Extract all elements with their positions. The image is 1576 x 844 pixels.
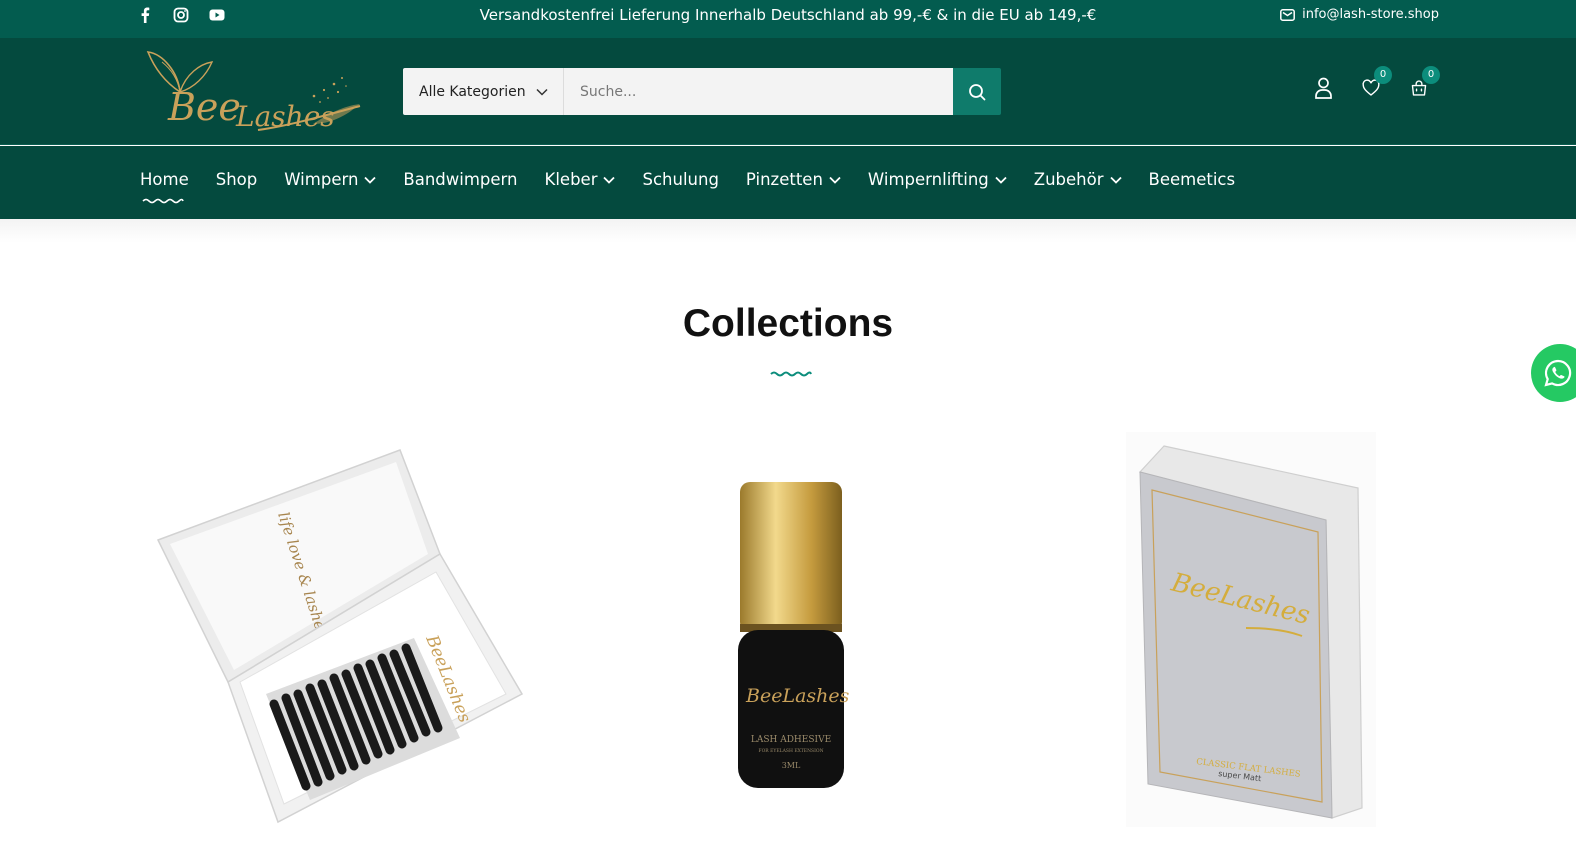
- chevron-down-icon: [364, 176, 377, 184]
- collection-card-flat-lashes[interactable]: BeeLashes CLASSIC FLAT LASHES super Matt: [1126, 432, 1376, 827]
- adhesive-bottle-image: BeeLashes LASH ADHESIVE FOR EYELASH EXTE…: [738, 482, 850, 788]
- bottle-size: 3ML: [782, 761, 801, 770]
- nav-item-bandwimpern[interactable]: Bandwimpern: [403, 170, 517, 189]
- category-select-label: Alle Kategorien: [419, 83, 526, 100]
- bottle-line2: FOR EYELASH EXTENSION: [758, 748, 823, 754]
- contact-email[interactable]: info@lash-store.shop: [1280, 7, 1439, 22]
- nav-item-kleber[interactable]: Kleber: [545, 170, 616, 189]
- user-icon: [1314, 77, 1332, 99]
- main-navigation: Home Shop Wimpern Bandwimpern Kleber Sch…: [0, 146, 1576, 219]
- chevron-down-icon: [995, 176, 1007, 184]
- search-button[interactable]: [953, 68, 1001, 115]
- top-bar: Versandkostenfrei Lieferung Innerhalb De…: [0, 0, 1576, 38]
- chevron-down-icon: [603, 176, 616, 184]
- nav-item-wimpern[interactable]: Wimpern: [284, 170, 377, 189]
- logo[interactable]: Bee Lashes: [138, 44, 366, 136]
- nav-item-schulung[interactable]: Schulung: [642, 170, 718, 189]
- nav-item-wimpernlifting[interactable]: Wimpernlifting: [868, 170, 1007, 189]
- nav-item-beemetics[interactable]: Beemetics: [1149, 170, 1236, 189]
- bottle-line1: LASH ADHESIVE: [751, 735, 831, 745]
- header-actions: 0 0: [1314, 66, 1440, 100]
- mail-icon: [1280, 8, 1296, 21]
- nav-item-label: Shop: [215, 170, 258, 189]
- wishlist-button[interactable]: 0: [1362, 66, 1392, 100]
- account-button[interactable]: [1314, 76, 1332, 100]
- nav-item-label: Pinzetten: [745, 170, 823, 189]
- cart-button[interactable]: 0: [1410, 66, 1440, 100]
- collection-card-lashes[interactable]: life love & lashes BeeLashes: [150, 432, 530, 827]
- nav-item-label: Kleber: [544, 170, 598, 189]
- nav-item-label: Wimpern: [284, 170, 359, 189]
- title-wave-icon: [770, 371, 812, 377]
- nav-item-label: Schulung: [642, 170, 719, 189]
- chevron-down-icon: [1109, 176, 1122, 184]
- nav-item-pinzetten[interactable]: Pinzetten: [746, 170, 841, 189]
- search-bar: Alle Kategorien: [403, 68, 1001, 115]
- flat-lashes-box-image: BeeLashes CLASSIC FLAT LASHES super Matt: [1126, 432, 1376, 827]
- nav-item-zubehoer[interactable]: Zubehör: [1034, 170, 1122, 189]
- cart-count-badge: 0: [1422, 66, 1440, 84]
- whatsapp-icon: [1544, 359, 1572, 387]
- nav-item-label: Zubehör: [1033, 170, 1104, 189]
- chevron-down-icon: [536, 88, 548, 96]
- search-input[interactable]: [564, 68, 953, 115]
- nav-item-label: Home: [140, 170, 189, 189]
- search-icon: [969, 83, 986, 100]
- active-wave-icon: [142, 198, 184, 204]
- category-select[interactable]: Alle Kategorien: [403, 68, 564, 115]
- lash-box-image: life love & lashes BeeLashes: [156, 449, 524, 824]
- nav-item-label: Wimpernlifting: [867, 170, 989, 189]
- collections-heading: Collections: [682, 302, 894, 345]
- wishlist-count-badge: 0: [1374, 66, 1392, 84]
- svg-text:Bee: Bee: [167, 85, 241, 129]
- nav-shadow: [0, 219, 1576, 243]
- nav-item-label: Beemetics: [1148, 170, 1236, 189]
- email-text: info@lash-store.shop: [1302, 7, 1439, 22]
- chevron-down-icon: [829, 176, 841, 184]
- collection-card-adhesive[interactable]: BeeLashes LASH ADHESIVE FOR EYELASH EXTE…: [718, 470, 863, 840]
- nav-item-home[interactable]: Home: [140, 170, 189, 204]
- nav-item-label: Bandwimpern: [403, 170, 518, 189]
- nav-item-shop[interactable]: Shop: [216, 170, 258, 189]
- bottle-brand-script: BeeLashes: [745, 685, 850, 707]
- header: Bee Lashes Alle Kategorien 0 0: [0, 38, 1576, 145]
- whatsapp-button[interactable]: [1531, 344, 1576, 402]
